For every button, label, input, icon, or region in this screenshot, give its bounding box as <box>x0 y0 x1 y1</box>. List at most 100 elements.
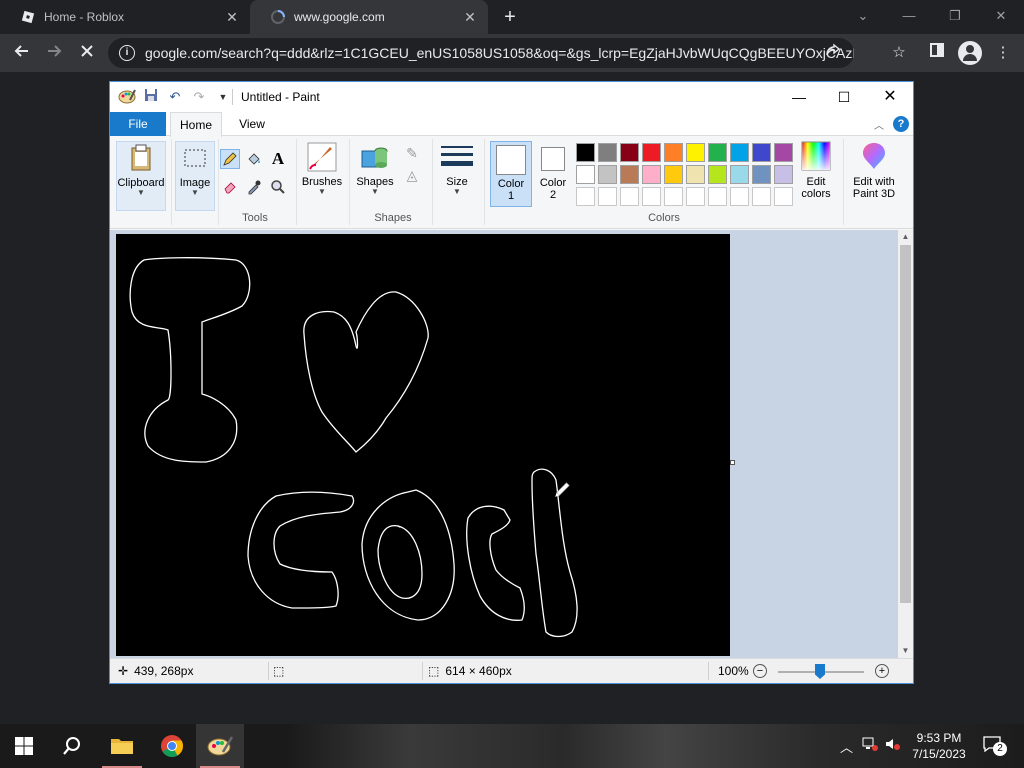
palette-swatch[interactable] <box>642 165 661 184</box>
palette-swatch[interactable] <box>598 143 617 162</box>
palette-swatch[interactable] <box>576 187 595 206</box>
tab-home[interactable]: Home <box>170 112 222 137</box>
redo-icon[interactable]: ↷ <box>190 88 208 106</box>
magnifier-icon[interactable] <box>268 177 288 197</box>
tab-search-icon[interactable]: ⌄ <box>853 6 873 26</box>
tab-roblox[interactable]: Home - Roblox ✕ <box>0 0 250 34</box>
tab-file[interactable]: File <box>110 112 166 136</box>
profile-avatar-icon[interactable] <box>958 41 982 65</box>
zoom-out-icon[interactable]: − <box>753 664 767 678</box>
shapes-button[interactable]: Shapes ▼ <box>353 141 397 211</box>
text-tool-icon[interactable]: A <box>268 149 288 169</box>
image-button[interactable]: Image ▼ <box>175 141 215 211</box>
color1-button[interactable]: Color 1 <box>490 141 532 207</box>
zoom-slider-thumb[interactable] <box>815 664 825 679</box>
help-icon[interactable]: ? <box>893 116 909 132</box>
scroll-up-icon[interactable]: ▲ <box>898 230 913 244</box>
palette-swatch[interactable] <box>620 187 639 206</box>
palette-swatch[interactable] <box>730 187 749 206</box>
share-icon[interactable] <box>822 42 844 64</box>
palette-swatch[interactable] <box>752 165 771 184</box>
palette-swatch[interactable] <box>752 187 771 206</box>
color2-button[interactable]: Color 2 <box>534 141 572 207</box>
palette-swatch[interactable] <box>686 165 705 184</box>
fill-bucket-icon[interactable] <box>244 149 264 169</box>
size-button[interactable]: Size ▼ <box>437 141 477 211</box>
pencil-icon[interactable] <box>220 149 240 169</box>
shapes-icon <box>359 141 391 173</box>
brushes-button[interactable]: Brushes ▼ <box>300 141 344 211</box>
palette-swatch[interactable] <box>752 143 771 162</box>
notification-center-icon[interactable]: 2 <box>983 736 1007 756</box>
start-icon[interactable] <box>0 724 48 768</box>
outline-icon[interactable]: ✎ <box>400 143 424 163</box>
bookmark-star-icon[interactable]: ☆ <box>888 42 910 64</box>
palette-swatch[interactable] <box>620 143 639 162</box>
tab-view[interactable]: View <box>228 112 276 136</box>
stop-loading-icon[interactable] <box>75 41 99 65</box>
system-clock[interactable]: 9:53 PM 7/15/2023 <box>905 730 973 762</box>
vertical-scrollbar[interactable]: ▲ ▼ <box>898 230 913 658</box>
chrome-icon[interactable] <box>148 724 196 768</box>
palette-swatch[interactable] <box>774 143 793 162</box>
edit-with-paint3d-button[interactable]: Edit with Paint 3D <box>846 141 902 211</box>
palette-swatch[interactable] <box>686 143 705 162</box>
minimize-icon[interactable]: — <box>899 6 919 26</box>
volume-muted-icon[interactable] <box>885 737 901 754</box>
palette-swatch[interactable] <box>576 165 595 184</box>
back-icon[interactable] <box>10 41 34 65</box>
palette-swatch[interactable] <box>664 143 683 162</box>
new-tab-button[interactable]: + <box>498 5 522 29</box>
network-icon[interactable] <box>862 737 878 754</box>
palette-swatch[interactable] <box>598 187 617 206</box>
edit-colors-button[interactable]: Edit colors <box>796 141 836 211</box>
clipboard-button[interactable]: Clipboard ▼ <box>116 141 166 211</box>
save-icon[interactable] <box>142 88 160 106</box>
palette-swatch[interactable] <box>708 165 727 184</box>
menu-kebab-icon[interactable]: ⋮ <box>992 42 1014 64</box>
eraser-icon[interactable] <box>220 177 240 197</box>
forward-icon[interactable] <box>42 41 66 65</box>
file-explorer-icon[interactable] <box>98 724 146 768</box>
palette-swatch[interactable] <box>598 165 617 184</box>
palette-swatch[interactable] <box>730 143 749 162</box>
cursor-position-text: 439, 268px <box>134 664 194 678</box>
palette-swatch[interactable] <box>664 165 683 184</box>
drawing-canvas[interactable] <box>116 234 730 656</box>
scrollbar-thumb[interactable] <box>900 245 911 603</box>
search-icon[interactable] <box>48 724 96 768</box>
palette-swatch[interactable] <box>708 143 727 162</box>
color-picker-icon[interactable] <box>244 177 264 197</box>
canvas-resize-handle[interactable] <box>730 460 735 465</box>
close-tab-icon[interactable]: ✕ <box>460 9 480 26</box>
scroll-down-icon[interactable]: ▼ <box>898 644 913 658</box>
fill-icon[interactable]: ◬ <box>400 165 424 185</box>
restore-icon[interactable]: ❐ <box>945 6 965 26</box>
palette-swatch[interactable] <box>774 187 793 206</box>
paint-taskbar-icon[interactable] <box>196 724 244 768</box>
palette-swatch[interactable] <box>686 187 705 206</box>
palette-swatch[interactable] <box>620 165 639 184</box>
maximize-icon[interactable]: ☐ <box>830 86 858 108</box>
palette-swatch[interactable] <box>576 143 595 162</box>
undo-icon[interactable]: ↶ <box>166 88 184 106</box>
palette-swatch[interactable] <box>708 187 727 206</box>
palette-swatch[interactable] <box>642 187 661 206</box>
close-tab-icon[interactable]: ✕ <box>222 9 242 26</box>
minimize-icon[interactable]: — <box>785 86 813 108</box>
collapse-ribbon-icon[interactable]: ︿ <box>874 117 884 132</box>
customize-qat-icon[interactable]: ▼ <box>214 88 232 106</box>
zoom-in-icon[interactable]: + <box>875 664 889 678</box>
close-window-icon[interactable]: ✕ <box>991 6 1011 26</box>
address-bar[interactable]: i google.com/search?q=ddd&rlz=1C1GCEU_en… <box>108 38 854 68</box>
palette-swatch[interactable] <box>730 165 749 184</box>
side-panel-icon[interactable] <box>926 42 948 64</box>
show-hidden-icons-icon[interactable]: ︿ <box>840 737 853 756</box>
palette-swatch[interactable] <box>642 143 661 162</box>
cursor-position: ✛ 439, 268px <box>118 664 193 678</box>
close-window-icon[interactable]: ✕ <box>876 86 904 108</box>
palette-swatch[interactable] <box>774 165 793 184</box>
tab-google[interactable]: www.google.com ✕ <box>250 0 488 34</box>
site-info-icon[interactable]: i <box>119 45 135 61</box>
palette-swatch[interactable] <box>664 187 683 206</box>
